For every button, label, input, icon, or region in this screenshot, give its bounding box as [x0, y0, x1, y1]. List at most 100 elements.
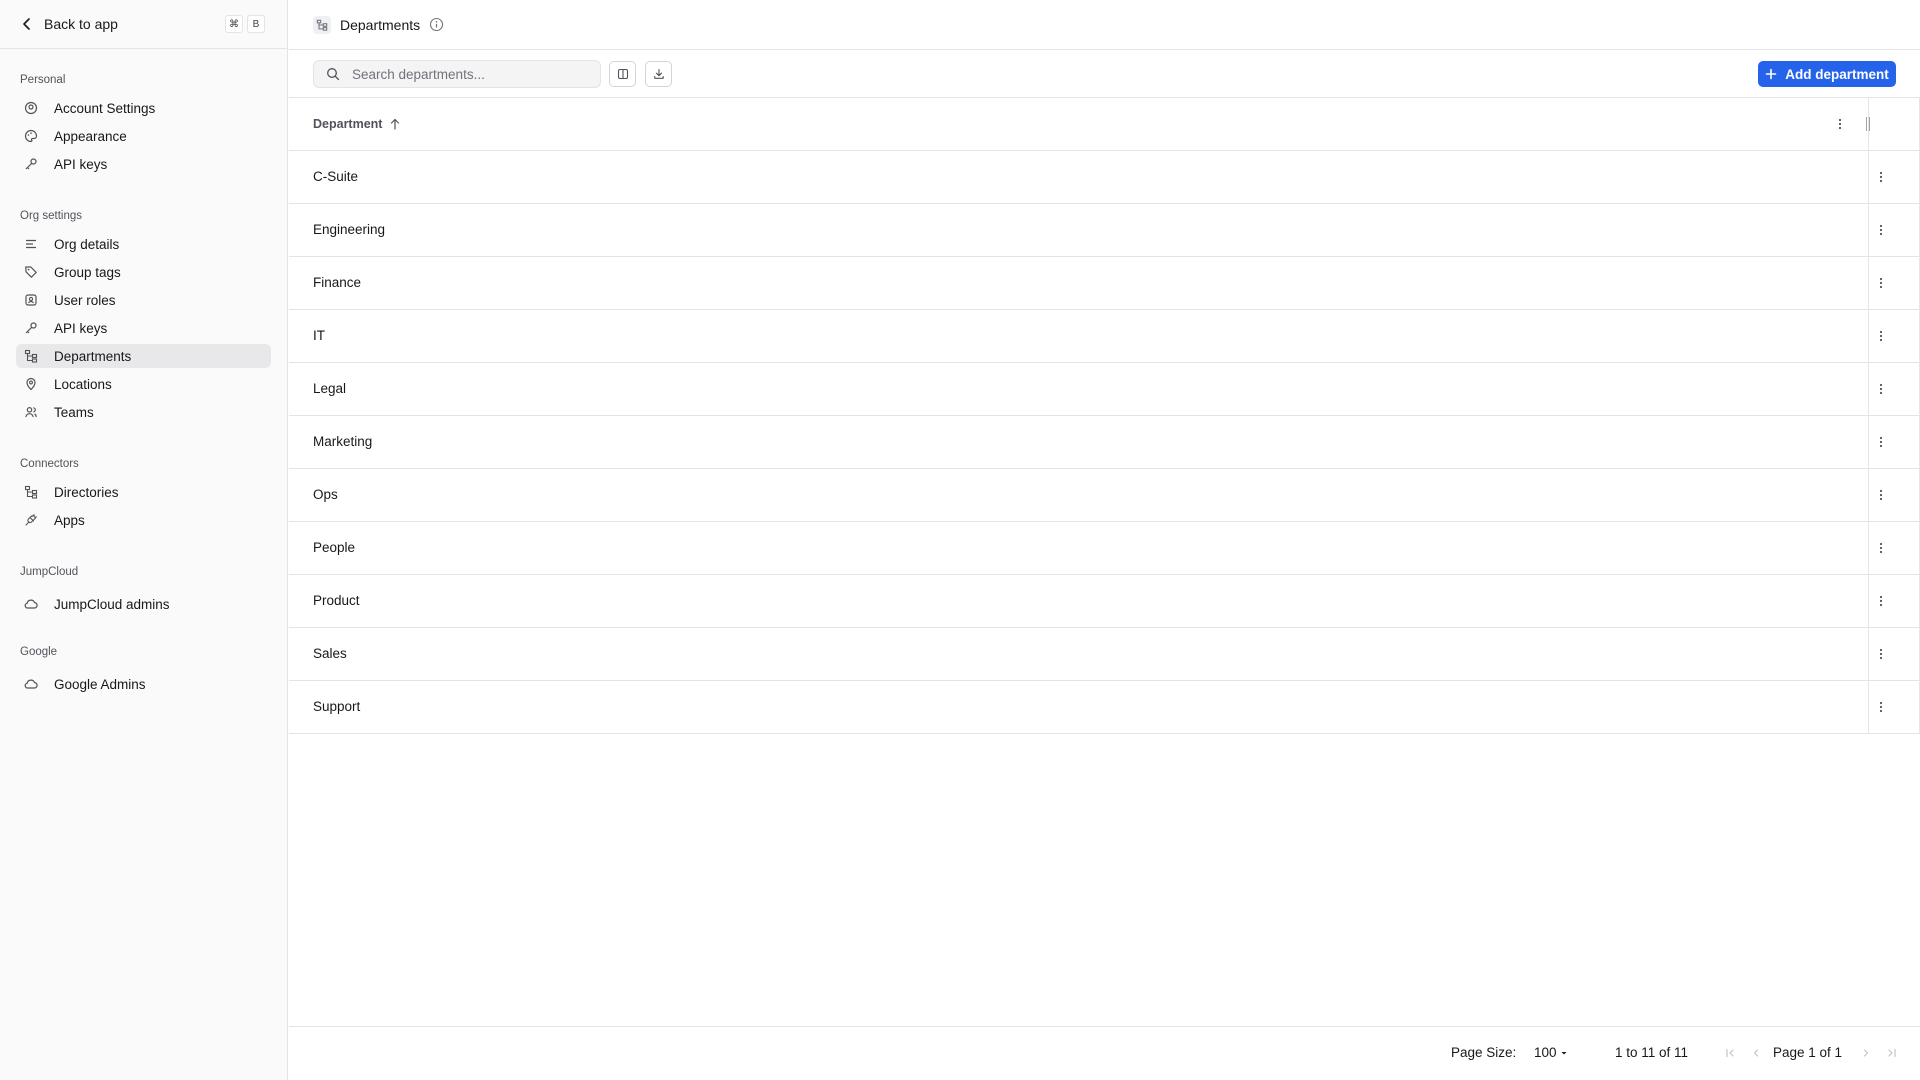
search-box[interactable]: [313, 60, 601, 88]
sidebar-item-teams[interactable]: Teams: [16, 400, 271, 424]
column-header-label: Department: [313, 117, 383, 131]
section-title: Personal: [20, 74, 66, 86]
department-cell: Support: [313, 699, 361, 714]
row-menu-button[interactable]: [1869, 589, 1893, 613]
back-to-app-label: Back to app: [44, 16, 118, 32]
table-row[interactable]: People: [289, 522, 1920, 575]
sidebar-item-label: User roles: [54, 292, 116, 308]
sidebar-item-label: Teams: [54, 404, 94, 420]
kebab-icon: [1879, 648, 1883, 660]
sidebar-item-org-details[interactable]: Org details: [16, 232, 271, 256]
first-page-button[interactable]: [1721, 1044, 1739, 1062]
department-cell: Finance: [313, 275, 362, 290]
previous-page-button[interactable]: [1747, 1044, 1765, 1062]
row-menu-button[interactable]: [1869, 165, 1893, 189]
sidebar-item-user-roles[interactable]: User roles: [16, 288, 271, 312]
kebab-icon: [1879, 383, 1883, 395]
palette-icon: [24, 129, 38, 143]
table-row[interactable]: Sales: [289, 628, 1920, 681]
department-cell: Legal: [313, 381, 347, 396]
row-menu-button[interactable]: [1869, 430, 1893, 454]
back-to-app-link[interactable]: Back to app: [20, 16, 118, 32]
sidebar-item-label: Appearance: [54, 128, 127, 144]
sidebar-item-apps[interactable]: Apps: [16, 508, 271, 532]
column-header-department[interactable]: Department: [313, 98, 400, 150]
row-menu-button[interactable]: [1869, 536, 1893, 560]
table-row[interactable]: Support: [289, 681, 1920, 734]
chevron-left-icon: [20, 17, 34, 31]
section-personal: Personal Account Settings Appearance API…: [0, 68, 287, 180]
section-jumpcloud: JumpCloud JumpCloud admins: [0, 560, 287, 620]
export-button[interactable]: [645, 61, 672, 87]
row-menu-button[interactable]: [1869, 695, 1893, 719]
sidebar-item-api-keys-personal[interactable]: API keys: [16, 152, 271, 176]
cloud-icon: [24, 677, 38, 691]
row-menu-button[interactable]: [1869, 324, 1893, 348]
page-title: Departments: [340, 16, 421, 33]
section-connectors: Connectors Directories Apps: [0, 452, 287, 536]
kebab-icon: [1879, 436, 1883, 448]
page-size-value: 100: [1534, 1045, 1557, 1060]
users-icon: [24, 405, 38, 419]
section-google: Google Google Admins: [0, 640, 287, 700]
row-menu-button[interactable]: [1869, 483, 1893, 507]
sidebar-item-jumpcloud-admins[interactable]: JumpCloud admins: [16, 592, 271, 616]
department-cell: People: [313, 540, 356, 555]
department-cell: Product: [313, 593, 360, 608]
row-menu-button[interactable]: [1869, 271, 1893, 295]
kebab-icon: [1879, 171, 1883, 183]
sidebar-item-google-admins[interactable]: Google Admins: [16, 672, 271, 696]
sidebar-item-group-tags[interactable]: Group tags: [16, 260, 271, 284]
search-icon: [326, 67, 340, 81]
row-menu-button[interactable]: [1869, 642, 1893, 666]
lines-icon: [24, 237, 38, 251]
next-page-button[interactable]: [1857, 1044, 1875, 1062]
key-icon: [24, 321, 38, 335]
row-menu-button[interactable]: [1869, 377, 1893, 401]
sidebar-item-label: Apps: [54, 512, 85, 528]
kebab-icon: [1879, 595, 1883, 607]
kebab-icon: [1838, 118, 1842, 130]
kebab-icon: [1879, 277, 1883, 289]
add-department-button[interactable]: Add department: [1758, 61, 1896, 87]
table-row[interactable]: C-Suite: [289, 151, 1920, 204]
section-org-settings: Org settings Org details Group tags User…: [0, 204, 287, 428]
section-title: JumpCloud: [20, 566, 79, 578]
column-menu-button[interactable]: [1828, 112, 1852, 136]
hierarchy-icon: [24, 485, 38, 499]
table-row[interactable]: Engineering: [289, 204, 1920, 257]
sidebar-item-directories[interactable]: Directories: [16, 480, 271, 504]
toolbar: Add department: [289, 50, 1920, 98]
department-cell: Ops: [313, 487, 338, 502]
sidebar-item-label: Account Settings: [54, 100, 156, 116]
sidebar-item-api-keys-org[interactable]: API keys: [16, 316, 271, 340]
sidebar-item-locations[interactable]: Locations: [16, 372, 271, 396]
sidebar-item-label: Org details: [54, 236, 120, 252]
table-row[interactable]: Ops: [289, 469, 1920, 522]
table-row[interactable]: Finance: [289, 257, 1920, 310]
table-row[interactable]: Marketing: [289, 416, 1920, 469]
page-size-label: Page Size:: [1451, 1045, 1517, 1060]
info-icon[interactable]: [429, 17, 444, 32]
row-menu-button[interactable]: [1869, 218, 1893, 242]
plus-icon: [1765, 68, 1777, 80]
sidebar-item-account-settings[interactable]: Account Settings: [16, 96, 271, 120]
table-row[interactable]: Product: [289, 575, 1920, 628]
search-input[interactable]: [350, 65, 584, 83]
sidebar-item-appearance[interactable]: Appearance: [16, 124, 271, 148]
table-row[interactable]: IT: [289, 310, 1920, 363]
page-size-select[interactable]: 100: [1534, 1045, 1568, 1060]
map-pin-icon: [24, 377, 38, 391]
tag-icon: [24, 265, 38, 279]
kebab-icon: [1879, 701, 1883, 713]
column-resize-handle[interactable]: [1866, 117, 1870, 131]
sidebar-item-departments[interactable]: Departments: [16, 344, 271, 368]
columns-icon: [617, 68, 629, 80]
sidebar-item-label: API keys: [54, 320, 108, 336]
hierarchy-icon: [313, 15, 331, 34]
table-row[interactable]: Legal: [289, 363, 1920, 416]
chevrons-right-icon: [1886, 1047, 1898, 1059]
last-page-button[interactable]: [1883, 1044, 1901, 1062]
row-range: 1 to 11 of 11: [1615, 1045, 1689, 1060]
columns-button[interactable]: [609, 61, 636, 87]
